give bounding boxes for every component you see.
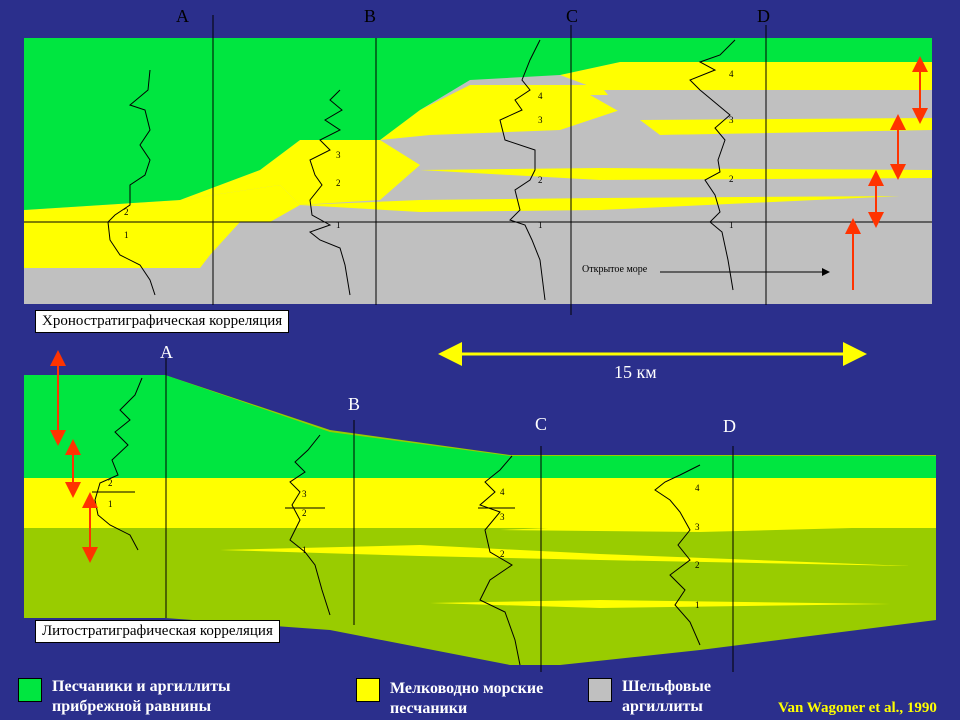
marker-c-1: 1 [538, 220, 543, 230]
lower-panel-title: Литостратиграфическая корреляция [35, 620, 280, 643]
marker-d-3: 3 [729, 115, 734, 125]
lower-coastal-plain [24, 375, 936, 478]
credit: Van Wagoner et al., 1990 [778, 700, 937, 716]
marker-c-3: 3 [538, 115, 543, 125]
marker-b-2: 2 [336, 178, 341, 188]
well-label-a-lower: A [160, 342, 173, 362]
marker-b-1: 1 [336, 220, 341, 230]
marker-d-4: 4 [729, 69, 734, 79]
upper-notch [880, 38, 932, 48]
upper-sand-band [560, 62, 932, 90]
legend-swatch-coastal [18, 678, 42, 702]
lower-sand-band [24, 478, 936, 528]
well-label-d: D [757, 6, 770, 26]
well-label-c-lower: C [535, 414, 548, 434]
legend-swatch-shallow [356, 678, 380, 702]
marker-lb-3: 3 [302, 489, 307, 499]
marker-ld-3: 3 [695, 522, 700, 532]
open-sea-label: Открытое море [582, 264, 648, 275]
marker-lb-1: 1 [302, 545, 307, 555]
marker-lc-3: 3 [500, 512, 505, 522]
well-label-c: C [566, 6, 579, 26]
marker-ld-2: 2 [695, 560, 700, 570]
marker-a-2: 2 [124, 207, 129, 217]
marker-d-2: 2 [729, 174, 734, 184]
legend-label-shelf: Шельфовые аргиллиты [622, 678, 712, 715]
marker-b-3: 3 [336, 150, 341, 160]
marker-d-1: 1 [729, 220, 734, 230]
well-label-d-lower: D [723, 416, 736, 436]
marker-c-4: 4 [538, 91, 543, 101]
diagram-svg: 2 1 3 2 1 4 3 2 1 4 3 2 1 2 1 3 2 1 4 3 … [24, 15, 936, 672]
upper-panel-title: Хроностратиграфическая корреляция [35, 310, 290, 333]
marker-ld-4: 4 [695, 483, 700, 493]
marker-ld-1: 1 [695, 600, 700, 610]
legend-swatch-shelf [588, 678, 612, 702]
marker-lc-4: 4 [500, 487, 505, 497]
marker-a-1: 1 [124, 230, 129, 240]
upper-panel: 2 1 3 2 1 4 3 2 1 4 3 2 1 [24, 15, 932, 315]
legend-label-shallow: Мелководно морские песчаники [390, 680, 544, 717]
marker-la-1: 1 [108, 499, 113, 509]
upper-shelf-wedge [590, 95, 932, 112]
marker-c-2: 2 [538, 175, 543, 185]
well-label-b-lower: B [348, 394, 361, 414]
well-label-b: B [364, 6, 377, 26]
legend-label-coastal: Песчаники и аргиллиты прибрежной равнины [52, 678, 231, 715]
marker-lc-2: 2 [500, 549, 505, 559]
diagram-stage: 2 1 3 2 1 4 3 2 1 4 3 2 1 2 1 3 2 1 4 3 … [0, 0, 960, 720]
marker-la-2: 2 [108, 478, 113, 488]
marker-lb-2: 2 [302, 508, 307, 518]
scale-label: 15 км [614, 362, 657, 382]
well-label-a: A [176, 6, 189, 26]
